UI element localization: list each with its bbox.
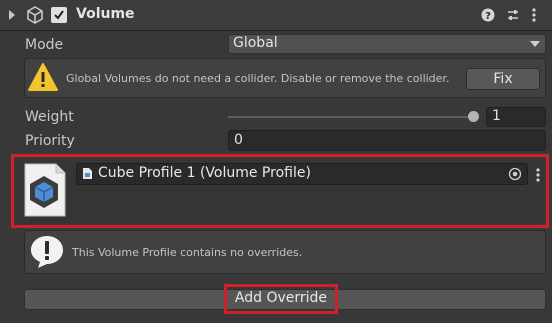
- profile-highlight-frame: [11, 154, 549, 228]
- chevron-down-icon: [530, 41, 540, 47]
- priority-field[interactable]: [228, 130, 546, 151]
- checkbox-icon: [54, 10, 64, 20]
- svg-text:?: ?: [485, 11, 491, 22]
- presets-icon[interactable]: [506, 8, 520, 22]
- enabled-checkbox[interactable]: [51, 7, 67, 23]
- no-override-text: This Volume Profile contains no override…: [72, 246, 303, 259]
- weight-slider-track[interactable]: [228, 116, 478, 118]
- warning-icon: [28, 63, 58, 91]
- add-override-highlight-frame: [224, 284, 338, 314]
- fold-arrow-icon[interactable]: [9, 10, 15, 20]
- fix-button[interactable]: Fix: [466, 68, 540, 90]
- help-icon[interactable]: ?: [481, 8, 495, 22]
- weight-label: Weight: [25, 109, 74, 125]
- more-options-icon[interactable]: [531, 7, 537, 23]
- weight-slider-thumb[interactable]: [468, 111, 479, 122]
- info-icon: [31, 236, 63, 268]
- weight-value: 1: [492, 108, 501, 124]
- component-title: Volume: [76, 6, 135, 22]
- mode-value: Global: [233, 35, 278, 51]
- priority-value: 0: [234, 132, 243, 148]
- mode-label: Mode: [25, 37, 64, 53]
- collider-warning-text: Global Volumes do not need a collider. D…: [66, 72, 450, 85]
- priority-label: Priority: [25, 133, 75, 149]
- volume-component-icon: [27, 6, 43, 24]
